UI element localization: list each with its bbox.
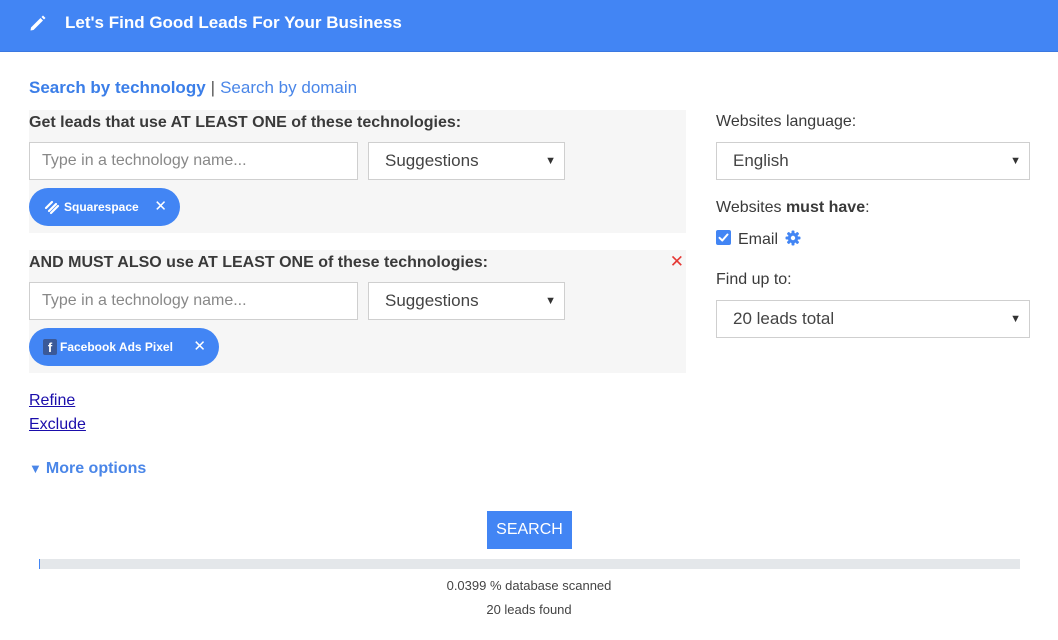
remove-group-icon[interactable]: ✕ — [670, 252, 684, 272]
page-title: Let's Find Good Leads For Your Business — [65, 13, 402, 32]
header-bar: Let's Find Good Leads For Your Business — [0, 0, 1058, 52]
group-title: AND MUST ALSO use AT LEAST ONE of these … — [29, 254, 488, 271]
mode-separator: | — [210, 78, 216, 97]
chip-label: Squarespace — [64, 200, 139, 214]
search-by-domain-tab[interactable]: Search by domain — [220, 78, 357, 97]
gear-icon[interactable] — [785, 230, 801, 246]
triangle-down-icon: ▼ — [29, 461, 42, 476]
language-label: Websites language: — [716, 113, 857, 130]
email-checkbox[interactable] — [716, 230, 731, 246]
email-option: Email — [716, 230, 801, 250]
must-have-prefix: Websites — [716, 199, 786, 216]
suggestions-select[interactable]: Suggestions ▼ — [368, 142, 565, 180]
more-options-label: More options — [45, 460, 147, 477]
lead-count-value: 20 leads total — [733, 309, 835, 328]
technology-chip-squarespace: Squarespace ✕ — [29, 188, 180, 226]
suggestions-select[interactable]: Suggestions ▼ — [368, 282, 565, 320]
database-scanned-text: 0.0399 % database scanned — [446, 578, 612, 593]
language-select[interactable]: English ▼ — [716, 142, 1030, 180]
chevron-down-icon: ▼ — [1010, 313, 1021, 325]
find-up-to-label: Find up to: — [716, 271, 792, 288]
must-have-label: Websites must have: — [716, 198, 870, 218]
chevron-down-icon: ▼ — [545, 295, 556, 307]
chevron-down-icon: ▼ — [545, 155, 556, 167]
chevron-down-icon: ▼ — [1010, 155, 1021, 167]
technology-search-input[interactable]: Type in a technology name... — [29, 282, 358, 320]
email-label: Email — [738, 231, 779, 248]
refine-link[interactable]: Refine — [29, 391, 75, 411]
must-have-bold: must have — [785, 199, 866, 216]
technology-group-1: Get leads that use AT LEAST ONE of these… — [29, 110, 686, 233]
suggestions-value: Suggestions — [385, 291, 479, 310]
search-by-technology-tab[interactable]: Search by technology — [29, 78, 206, 97]
language-value: English — [733, 151, 789, 170]
search-button[interactable]: SEARCH — [487, 511, 572, 549]
suggestions-value: Suggestions — [385, 151, 479, 170]
more-options-toggle[interactable]: ▼ More options — [29, 459, 146, 479]
scan-progress-bar — [39, 559, 1020, 569]
squarespace-icon — [44, 200, 60, 214]
search-mode-switch: Search by technology | Search by domain — [29, 77, 357, 99]
technology-group-2: AND MUST ALSO use AT LEAST ONE of these … — [29, 250, 686, 373]
exclude-link[interactable]: Exclude — [29, 415, 86, 435]
technology-chip-facebook-ads-pixel: f Facebook Ads Pixel ✕ — [29, 328, 219, 366]
pencil-icon — [30, 15, 46, 31]
must-have-suffix: : — [865, 199, 870, 216]
lead-count-select[interactable]: 20 leads total ▼ — [716, 300, 1030, 338]
remove-chip-icon[interactable]: ✕ — [193, 328, 206, 366]
facebook-icon: f — [43, 338, 57, 355]
leads-found-text: 20 leads found — [486, 602, 572, 617]
remove-chip-icon[interactable]: ✕ — [154, 188, 167, 226]
technology-search-input[interactable]: Type in a technology name... — [29, 142, 358, 180]
chip-label: Facebook Ads Pixel — [60, 340, 173, 354]
group-title: Get leads that use AT LEAST ONE of these… — [29, 114, 462, 131]
